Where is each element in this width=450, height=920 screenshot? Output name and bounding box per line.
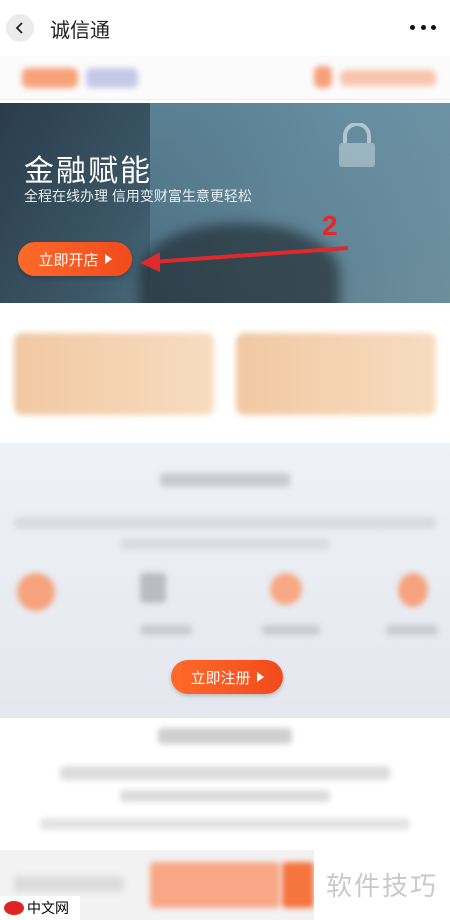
service-icon[interactable]: [270, 573, 302, 605]
register-label: 立即注册: [190, 669, 251, 687]
dot-icon: [420, 24, 426, 30]
play-arrow-icon: [104, 254, 112, 264]
dot-icon: [410, 24, 415, 30]
phone-icon[interactable]: [314, 66, 332, 88]
blurred-label: [386, 625, 438, 635]
blurred-action-button[interactable]: [282, 862, 314, 908]
blurred-label: [262, 625, 320, 635]
blurred-call-button[interactable]: [150, 862, 280, 908]
open-store-label: 立即开店: [38, 251, 99, 269]
blurred-heading: [158, 728, 292, 744]
watermark-text: 软件技巧: [314, 848, 450, 920]
blurred-text: [120, 539, 330, 549]
open-store-button[interactable]: 立即开店: [18, 242, 132, 276]
blurred-text: [40, 818, 410, 830]
blurred-heading: [160, 473, 290, 487]
service-icon[interactable]: [17, 573, 55, 611]
blurred-badge: [86, 68, 138, 88]
dot-icon: [431, 24, 436, 30]
app-header: 诚信通: [0, 0, 450, 56]
source-watermark: 中文网: [0, 896, 80, 920]
banner-title: 金融赋能: [24, 155, 152, 188]
back-button[interactable]: [6, 14, 34, 42]
service-icon[interactable]: [140, 573, 166, 603]
step-number-2: 2: [322, 210, 338, 241]
sub-navigation: [0, 56, 450, 100]
promo-cards: [0, 303, 450, 443]
blurred-text: [60, 766, 390, 780]
promo-card[interactable]: [236, 333, 436, 415]
more-menu-button[interactable]: [410, 22, 436, 32]
page-title: 诚信通: [50, 20, 110, 42]
chevron-left-icon: [15, 22, 23, 34]
blurred-text: [14, 517, 436, 529]
banner-subtitle: 全程在线办理 信用变财富生意更轻松: [24, 188, 252, 204]
play-arrow-icon: [256, 672, 264, 682]
lock-icon: [339, 123, 375, 167]
blurred-phone-number: [340, 70, 436, 86]
blurred-text: [120, 790, 330, 802]
blurred-logo: [22, 68, 78, 88]
promo-card[interactable]: [14, 333, 214, 415]
php-logo-icon: [4, 901, 24, 915]
source-label: 中文网: [27, 900, 69, 916]
service-icon[interactable]: [398, 573, 428, 607]
blurred-text: [14, 876, 124, 892]
blurred-label: [140, 625, 192, 635]
register-button[interactable]: 立即注册: [171, 660, 283, 694]
